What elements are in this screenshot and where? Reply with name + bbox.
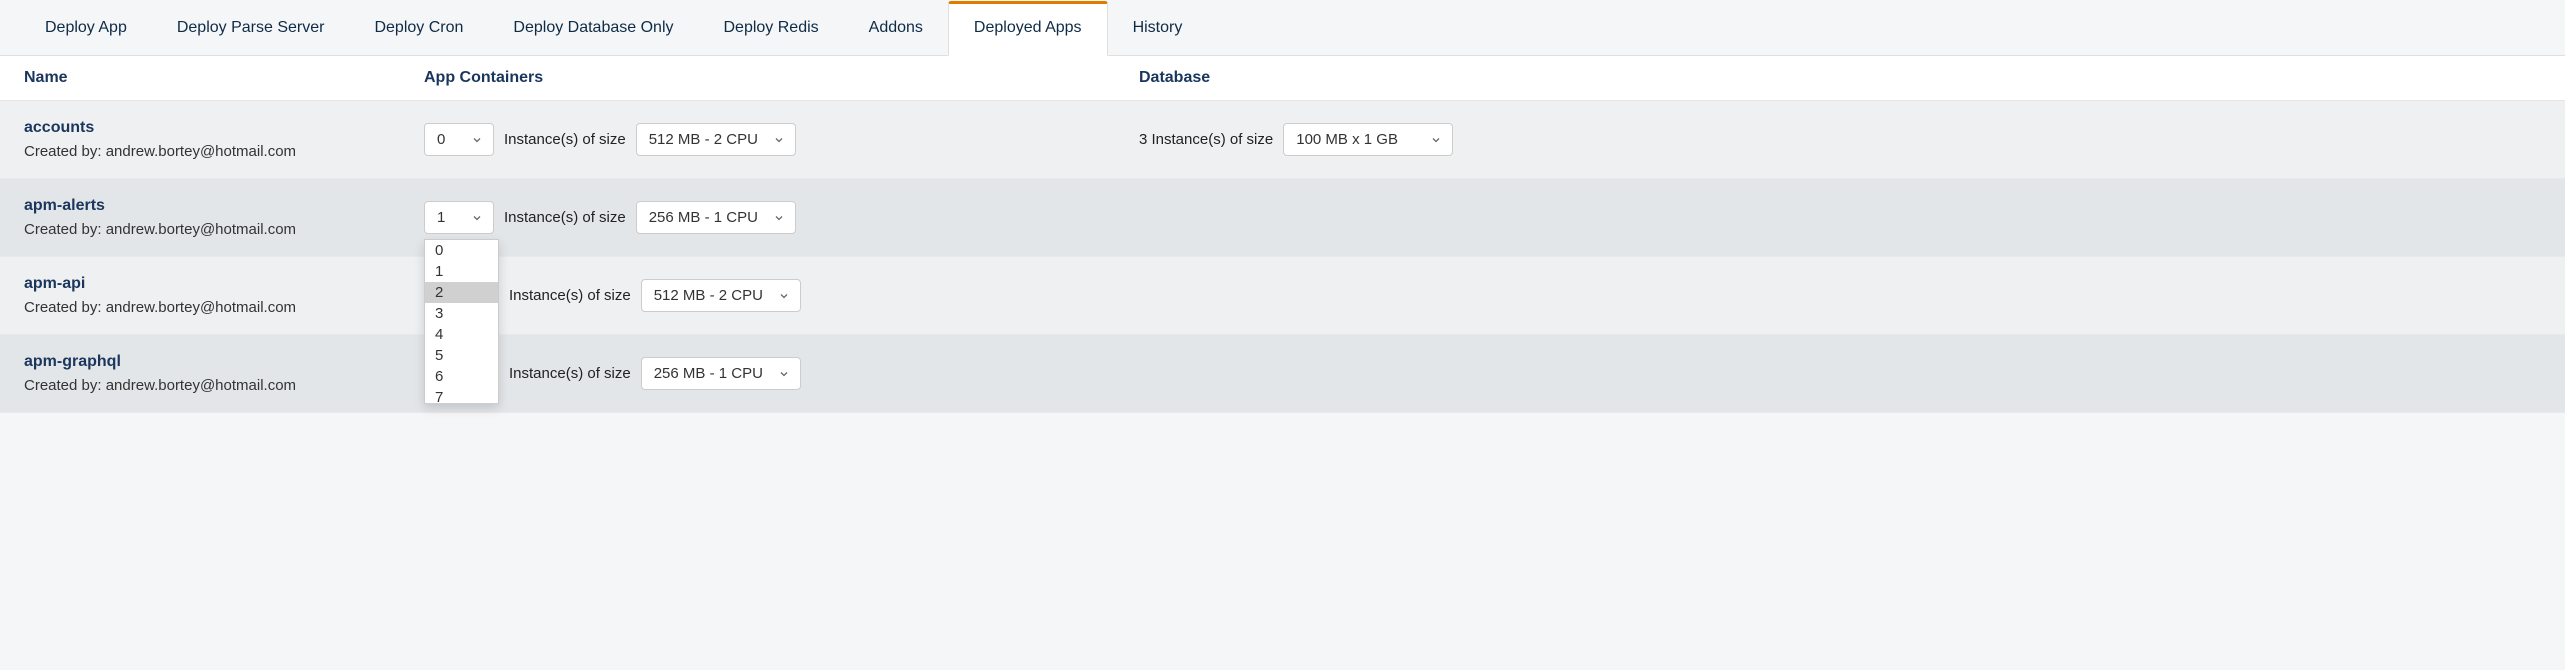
- name-cell: apm-graphql Created by: andrew.bortey@hot…: [0, 335, 400, 413]
- instance-size-value: 512 MB - 2 CPU: [649, 131, 758, 148]
- instance-size-select[interactable]: 512 MB - 2 CPU: [641, 279, 801, 312]
- app-name[interactable]: apm-graphql: [24, 353, 121, 371]
- database-cell: [1115, 335, 2565, 413]
- name-cell: accounts Created by: andrew.bortey@hotmai…: [0, 101, 400, 179]
- chevron-down-icon: [778, 290, 790, 302]
- tabs-bar: Deploy AppDeploy Parse ServerDeploy Cron…: [0, 0, 2565, 56]
- db-instances-label: 3 Instance(s) of size: [1139, 131, 1273, 148]
- name-cell: apm-alerts Created by: andrew.bortey@hotm…: [0, 179, 400, 257]
- instance-count-dropdown[interactable]: 01234567: [424, 239, 499, 404]
- dropdown-option[interactable]: 4: [425, 324, 498, 345]
- created-by: Created by: andrew.bortey@hotmail.com: [24, 143, 296, 160]
- instance-count-value: 1: [437, 209, 445, 226]
- dropdown-option[interactable]: 7: [425, 387, 498, 404]
- database-cell: 3 Instance(s) of size 100 MB x 1 GB: [1115, 101, 2565, 179]
- created-by: Created by: andrew.bortey@hotmail.com: [24, 221, 296, 238]
- created-by: Created by: andrew.bortey@hotmail.com: [24, 299, 296, 316]
- dropdown-option[interactable]: 1: [425, 261, 498, 282]
- db-size-select[interactable]: 100 MB x 1 GB: [1283, 123, 1453, 156]
- containers-cell: 101234567 Instance(s) of size 256 MB - 1 C…: [400, 179, 1115, 257]
- app-name[interactable]: apm-alerts: [24, 197, 105, 215]
- chevron-down-icon: [471, 134, 483, 146]
- chevron-down-icon: [773, 212, 785, 224]
- containers-cell: 0 Instance(s) of size 512 MB - 2 CPU: [400, 101, 1115, 179]
- tab-deploy-cron[interactable]: Deploy Cron: [349, 1, 488, 55]
- chevron-down-icon: [778, 368, 790, 380]
- instance-size-select[interactable]: 512 MB - 2 CPU: [636, 123, 796, 156]
- created-by-email: andrew.bortey@hotmail.com: [106, 299, 296, 316]
- instance-count-select[interactable]: 0: [424, 123, 494, 156]
- database-cell: [1115, 257, 2565, 335]
- instances-label: Instance(s) of size: [504, 209, 626, 226]
- created-by: Created by: andrew.bortey@hotmail.com: [24, 377, 296, 394]
- created-by-prefix: Created by:: [24, 221, 106, 238]
- apps-grid: Name App Containers Database accounts Cre…: [0, 56, 2565, 413]
- created-by-email: andrew.bortey@hotmail.com: [106, 377, 296, 394]
- instances-label: Instance(s) of size: [509, 287, 631, 304]
- dropdown-option[interactable]: 0: [425, 240, 498, 261]
- instance-count-select[interactable]: 1: [424, 201, 494, 234]
- chevron-down-icon: [773, 134, 785, 146]
- database-cell: [1115, 179, 2565, 257]
- created-by-prefix: Created by:: [24, 377, 106, 394]
- tab-deploy-parse-server[interactable]: Deploy Parse Server: [152, 1, 350, 55]
- instance-size-value: 256 MB - 1 CPU: [649, 209, 758, 226]
- instance-size-select[interactable]: 256 MB - 1 CPU: [641, 357, 801, 390]
- chevron-down-icon: [1430, 134, 1442, 146]
- tab-deployed-apps[interactable]: Deployed Apps: [948, 1, 1108, 56]
- instance-count-wrap: 0: [424, 123, 494, 156]
- dropdown-option[interactable]: 2: [425, 282, 498, 303]
- header-name: Name: [0, 56, 400, 101]
- created-by-email: andrew.bortey@hotmail.com: [106, 143, 296, 160]
- header-containers: App Containers: [400, 56, 1115, 101]
- containers-cell: Instance(s) of size 512 MB - 2 CPU: [400, 257, 1115, 335]
- created-by-prefix: Created by:: [24, 143, 106, 160]
- tab-deploy-redis[interactable]: Deploy Redis: [699, 1, 844, 55]
- name-cell: apm-api Created by: andrew.bortey@hotmail…: [0, 257, 400, 335]
- instances-label: Instance(s) of size: [509, 365, 631, 382]
- instances-label: Instance(s) of size: [504, 131, 626, 148]
- instance-count-wrap: 101234567: [424, 201, 494, 234]
- chevron-down-icon: [471, 212, 483, 224]
- tab-history[interactable]: History: [1108, 1, 1208, 55]
- db-size-value: 100 MB x 1 GB: [1296, 131, 1398, 148]
- app-name[interactable]: apm-api: [24, 275, 85, 293]
- tab-deploy-app[interactable]: Deploy App: [20, 1, 152, 55]
- dropdown-option[interactable]: 3: [425, 303, 498, 324]
- dropdown-option[interactable]: 5: [425, 345, 498, 366]
- instance-count-value: 0: [437, 131, 445, 148]
- containers-cell: Instance(s) of size 256 MB - 1 CPU: [400, 335, 1115, 413]
- instance-size-value: 512 MB - 2 CPU: [654, 287, 763, 304]
- dropdown-option[interactable]: 6: [425, 366, 498, 387]
- tab-addons[interactable]: Addons: [844, 1, 948, 55]
- created-by-prefix: Created by:: [24, 299, 106, 316]
- header-database: Database: [1115, 56, 2565, 101]
- instance-size-value: 256 MB - 1 CPU: [654, 365, 763, 382]
- app-name[interactable]: accounts: [24, 119, 94, 137]
- created-by-email: andrew.bortey@hotmail.com: [106, 221, 296, 238]
- instance-size-select[interactable]: 256 MB - 1 CPU: [636, 201, 796, 234]
- tab-deploy-database-only[interactable]: Deploy Database Only: [488, 1, 698, 55]
